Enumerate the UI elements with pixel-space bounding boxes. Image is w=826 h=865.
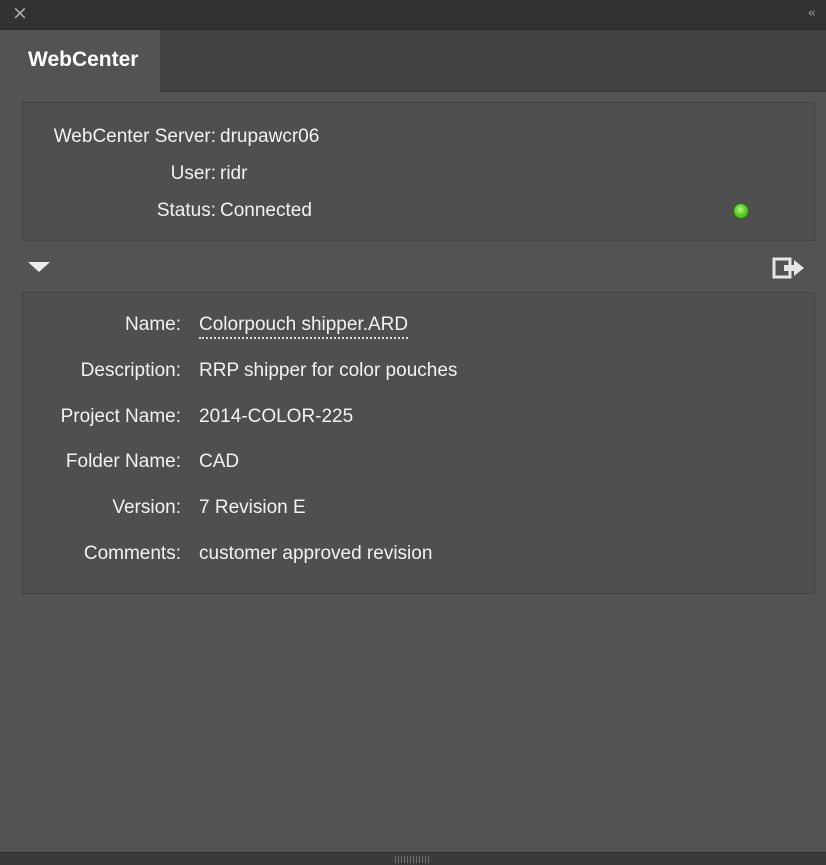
folder-name-value: CAD [199, 451, 240, 472]
description-value: RRP shipper for color pouches [199, 360, 458, 381]
version-value: 7 Revision E [199, 497, 306, 518]
tab-bar: WebCenter [0, 30, 826, 92]
project-name-value: 2014-COLOR-225 [199, 406, 354, 427]
disclosure-triangle-down-icon[interactable] [28, 262, 50, 272]
tab-webcenter[interactable]: WebCenter [0, 30, 160, 92]
comments-value: customer approved revision [199, 543, 433, 564]
panel-bottom-bar [0, 852, 826, 865]
folder-name-label: Folder Name: [65, 451, 181, 472]
panel-titlebar: × ‹‹ [0, 0, 826, 30]
status-label: Status: [156, 200, 216, 221]
webcenter-panel: × ‹‹ WebCenter WebCenter Server: drupawc… [0, 0, 826, 865]
server-label: WebCenter Server: [53, 126, 216, 147]
double-chevron-left-icon[interactable]: ‹‹ [792, 4, 816, 24]
user-value: ridr [220, 163, 248, 184]
close-icon[interactable]: × [12, 3, 32, 23]
server-value: drupawcr06 [220, 126, 320, 147]
project-name-label: Project Name: [60, 406, 181, 427]
user-label: User: [170, 163, 216, 184]
status-indicator-icon [733, 203, 749, 219]
comments-label: Comments: [83, 543, 181, 564]
status-value: Connected [220, 200, 312, 221]
name-label: Name: [125, 314, 181, 335]
logout-icon[interactable] [772, 254, 806, 282]
name-value-link[interactable]: Colorpouch shipper.ARD [199, 314, 409, 339]
resize-grip-icon[interactable] [395, 856, 431, 863]
description-label: Description: [80, 360, 181, 381]
version-label: Version: [112, 497, 181, 518]
